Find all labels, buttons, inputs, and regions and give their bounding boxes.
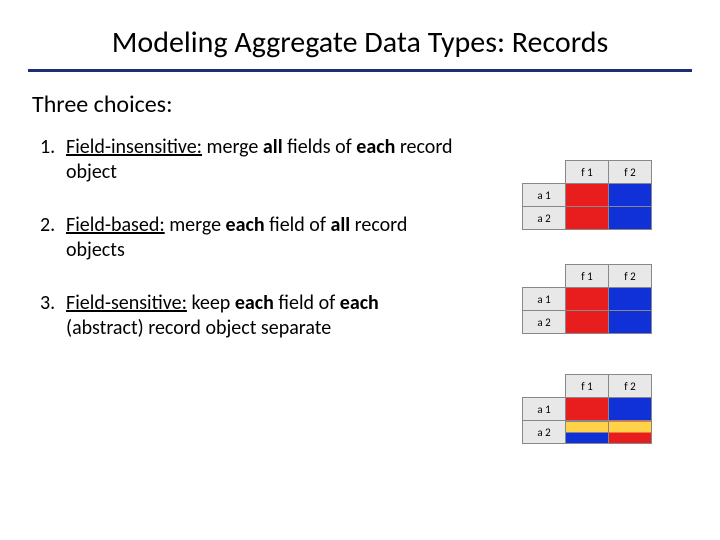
cell — [566, 398, 609, 421]
list-item: 2. Field-based: merge each field of all … — [40, 213, 460, 263]
item-label: Field-sensitive: — [66, 291, 187, 315]
item-text: Field-based: merge each field of all rec… — [66, 213, 460, 263]
cell — [609, 207, 652, 230]
cell — [609, 184, 652, 207]
subtitle: Three choices: — [0, 90, 720, 135]
row-header: a 1 — [523, 184, 566, 207]
cell — [609, 288, 652, 311]
t: each — [235, 291, 274, 315]
cell — [566, 207, 609, 230]
t: merge — [202, 135, 263, 159]
cell — [566, 288, 609, 311]
t: (abstract) record object separate — [66, 316, 331, 340]
corner — [523, 161, 566, 184]
item-number: 1. — [40, 135, 66, 185]
cell — [609, 421, 652, 444]
row-header: a 1 — [523, 398, 566, 421]
t: fields of — [283, 135, 357, 159]
t: all — [263, 135, 283, 159]
corner — [523, 265, 566, 288]
t: field of — [265, 213, 331, 237]
t: field of — [274, 291, 340, 315]
cell — [566, 421, 609, 444]
grid-field-sensitive: f 1 f 2 a 1 a 2 — [522, 374, 652, 444]
item-number: 3. — [40, 291, 66, 341]
item-number: 2. — [40, 213, 66, 263]
t: each — [226, 213, 265, 237]
t: each — [356, 135, 395, 159]
cell — [566, 184, 609, 207]
grid-field-insensitive: f 1 f 2 a 1 a 2 — [522, 160, 652, 230]
corner — [523, 375, 566, 398]
row-header: a 1 — [523, 288, 566, 311]
col-header: f 1 — [566, 161, 609, 184]
col-header: f 2 — [609, 161, 652, 184]
item-text: Field-sensitive: keep each field of each… — [66, 291, 460, 341]
cell — [566, 311, 609, 334]
cell — [609, 398, 652, 421]
list-item: 1. Field-insensitive: merge all fields o… — [40, 135, 460, 185]
cell — [609, 311, 652, 334]
col-header: f 1 — [566, 265, 609, 288]
t: keep — [187, 291, 235, 315]
col-header: f 1 — [566, 375, 609, 398]
item-label: Field-insensitive: — [66, 135, 202, 159]
grid-field-based: f 1 f 2 a 1 a 2 — [522, 264, 652, 334]
col-header: f 2 — [609, 375, 652, 398]
col-header: f 2 — [609, 265, 652, 288]
list-item: 3. Field-sensitive: keep each field of e… — [40, 291, 460, 341]
row-header: a 2 — [523, 421, 566, 444]
slide-title: Modeling Aggregate Data Types: Records — [0, 0, 720, 69]
t: merge — [165, 213, 226, 237]
row-header: a 2 — [523, 207, 566, 230]
row-header: a 2 — [523, 311, 566, 334]
t: each — [340, 291, 379, 315]
t: all — [330, 213, 350, 237]
item-label: Field-based: — [66, 213, 165, 237]
item-text: Field-insensitive: merge all fields of e… — [66, 135, 460, 185]
title-rule — [28, 69, 692, 72]
